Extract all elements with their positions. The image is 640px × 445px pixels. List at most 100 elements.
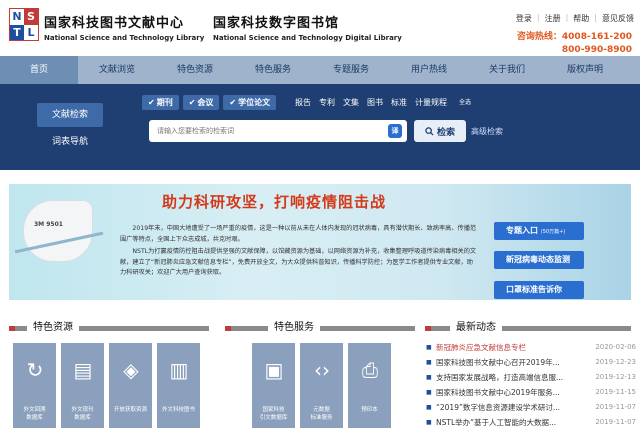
tile-caption: 开放获取资源 [113, 407, 147, 413]
separator: | [565, 13, 569, 22]
news-item[interactable]: ■ 国家科技图书文献中心2019年服务... 2019-11-15 [426, 385, 636, 400]
filter-thesis[interactable]: ✔ 学位论文 [223, 95, 277, 110]
banner-title: 助力科研攻坚，打响疫情阻击战 [162, 193, 387, 211]
search-input[interactable] [149, 120, 407, 142]
login-link[interactable]: 登录 [516, 13, 532, 24]
news-item[interactable]: ■ “2019”数字信息资源建设学术研讨... 2019-11-07 [426, 400, 636, 415]
nav-copyright[interactable]: 版权声明 [546, 56, 624, 84]
face-mask-image: 3M 9501 [14, 200, 104, 262]
bullet-icon: ■ [426, 389, 432, 396]
top-links: 登录 | 注册 | 帮助 | 意见反馈 [516, 13, 634, 24]
tile-caption: 外文科技图书 [161, 407, 195, 413]
news-title: NSTL举办“基于人工智能的大数据... [436, 418, 557, 427]
news-title: 支持国家发展战略，打造高端信息服... [436, 373, 564, 382]
tile-caption: 国家科技 引文数据库 [259, 407, 288, 421]
tile-foreign-journals[interactable]: ▤ 外文现刊 数据库 [61, 343, 104, 428]
type-patent[interactable]: 专利 [315, 97, 339, 108]
tile-foreign-books[interactable]: ▥ 外文科技图书 [157, 343, 200, 428]
logo-letter: T [10, 24, 24, 40]
check-icon: ✔ [229, 98, 237, 107]
nav-browse[interactable]: 文献浏览 [78, 56, 156, 84]
org-name-digital-library[interactable]: 国家科技数字图书馆 National Science and Technolog… [213, 12, 402, 42]
tab-literature-search[interactable]: 文献检索 [37, 103, 103, 127]
filter-chips: ✔ 期刊 ✔ 会议 ✔ 学位论文 [142, 95, 277, 110]
hotline: 咨询热线：4008-161-200 800-990-8900 [517, 31, 632, 57]
code-file-icon: ‹› [314, 358, 330, 382]
section-accent [425, 326, 431, 331]
news-date: 2019-11-15 [595, 388, 636, 396]
tile-foreign-backfile[interactable]: ↻ 外文回溯 数据库 [13, 343, 56, 428]
mask-strap [14, 231, 104, 254]
virus-monitor-button[interactable]: 新冠病毒动态监测 [494, 251, 584, 269]
section-title-resources: 特色资源 [27, 318, 79, 333]
tile-preprint[interactable]: ⎙ 预印本 [348, 343, 391, 428]
separator: | [594, 13, 597, 22]
tile-caption: 外文现刊 数据库 [71, 407, 94, 421]
advanced-search-link[interactable]: 高级检索 [471, 126, 503, 137]
banner-paragraph: NSTL为打赢疫情防控阻击战提供坚强的文献保障，以馆藏资源为基础，以网络资源为补… [120, 248, 477, 276]
feedback-link[interactable]: 意见反馈 [602, 13, 634, 24]
register-link[interactable]: 注册 [545, 13, 561, 24]
filter-label: 会议 [197, 98, 214, 107]
news-item[interactable]: ■ 支持国家发展战略，打造高端信息服... 2019-12-13 [426, 370, 636, 385]
help-link[interactable]: 帮助 [573, 13, 589, 24]
bullet-icon: ■ [426, 419, 432, 426]
section-title-services: 特色服务 [268, 318, 320, 333]
news-title: 新冠肺炎应急文献信息专栏 [436, 343, 526, 352]
mask-standard-button[interactable]: 口罩标准告诉你 [494, 281, 584, 299]
logo-letter: L [24, 24, 38, 40]
btn-label: 专题入口 [506, 226, 538, 235]
nav-home[interactable]: 首页 [0, 56, 78, 84]
nav-hotline[interactable]: 用户热线 [390, 56, 468, 84]
tile-citation-db[interactable]: ▣ 国家科技 引文数据库 [252, 343, 295, 428]
type-report[interactable]: 报告 [291, 97, 315, 108]
org-name-cn: 国家科技数字图书馆 [213, 16, 340, 31]
tab-thesaurus-nav[interactable]: 词表导航 [37, 130, 103, 154]
nav-resources[interactable]: 特色资源 [156, 56, 234, 84]
news-title: 国家科技图书文献中心召开2019年... [436, 358, 560, 367]
news-date: 2019-12-23 [595, 358, 636, 366]
filter-label: 期刊 [156, 98, 173, 107]
nav-about[interactable]: 关于我们 [468, 56, 546, 84]
print-icon: ⎙ [362, 358, 378, 382]
news-item[interactable]: ■ 新冠肺炎应急文献信息专栏 2020-02-06 [426, 340, 636, 355]
book-icon: ▥ [169, 358, 189, 382]
mask-label: 3M 9501 [34, 221, 63, 228]
translate-button[interactable]: 译 [388, 124, 402, 138]
tile-open-access[interactable]: ◈ 开放获取资源 [109, 343, 152, 428]
banner-text: 2019年末，中国大地遭受了一场严重的疫情，这是一种以前从未在人体内发现的冠状病… [120, 224, 478, 279]
filter-journal[interactable]: ✔ 期刊 [142, 95, 179, 110]
news-item[interactable]: ■ 国家科技图书文献中心召开2019年... 2019-12-23 [426, 355, 636, 370]
org-name-en: National Science and Technology Library [44, 34, 205, 42]
type-collection[interactable]: 文集 [339, 97, 363, 108]
section-divider [225, 326, 415, 331]
nav-topics[interactable]: 专题服务 [312, 56, 390, 84]
news-title: “2019”数字信息资源建设学术研讨... [436, 403, 561, 412]
topic-entry-button[interactable]: 专题入口 (50万篇+) [494, 222, 584, 240]
nav-services[interactable]: 特色服务 [234, 56, 312, 84]
doc-types: 报告 专利 文集 图书 标准 计量规程 全选 [291, 97, 479, 108]
document-search-icon: ▣ [264, 358, 284, 382]
bullet-icon: ■ [426, 404, 432, 411]
news-date: 2019-12-13 [595, 373, 636, 381]
tile-metadata-standards[interactable]: ‹› 元数据 标准服务 [300, 343, 343, 428]
org-name-cn: 国家科技图书文献中心 [44, 16, 185, 31]
type-metrology[interactable]: 计量规程 [411, 97, 451, 108]
type-book[interactable]: 图书 [363, 97, 387, 108]
news-item[interactable]: ■ NSTL举办“基于人工智能的大数据... 2019-11-07 [426, 415, 636, 430]
filter-conference[interactable]: ✔ 会议 [182, 95, 220, 110]
search-button[interactable]: 检索 [414, 120, 466, 142]
check-icon: ✔ [148, 98, 155, 107]
nstl-logo[interactable]: N S T L [9, 8, 39, 41]
section-accent [9, 326, 15, 331]
news-date: 2020-02-06 [595, 343, 636, 351]
type-standard[interactable]: 标准 [387, 97, 411, 108]
document-stack-icon: ▤ [73, 358, 93, 382]
logo-letter: N [10, 9, 24, 25]
news-date: 2019-11-07 [595, 403, 636, 411]
main-nav: 首页 文献浏览 特色资源 特色服务 专题服务 用户热线 关于我们 版权声明 [0, 56, 640, 84]
select-all[interactable]: 全选 [451, 97, 479, 108]
org-name-nstl[interactable]: 国家科技图书文献中心 National Science and Technolo… [44, 12, 204, 42]
check-icon: ✔ [188, 98, 196, 107]
org-name-en: National Science and Technology Digital … [213, 34, 402, 42]
